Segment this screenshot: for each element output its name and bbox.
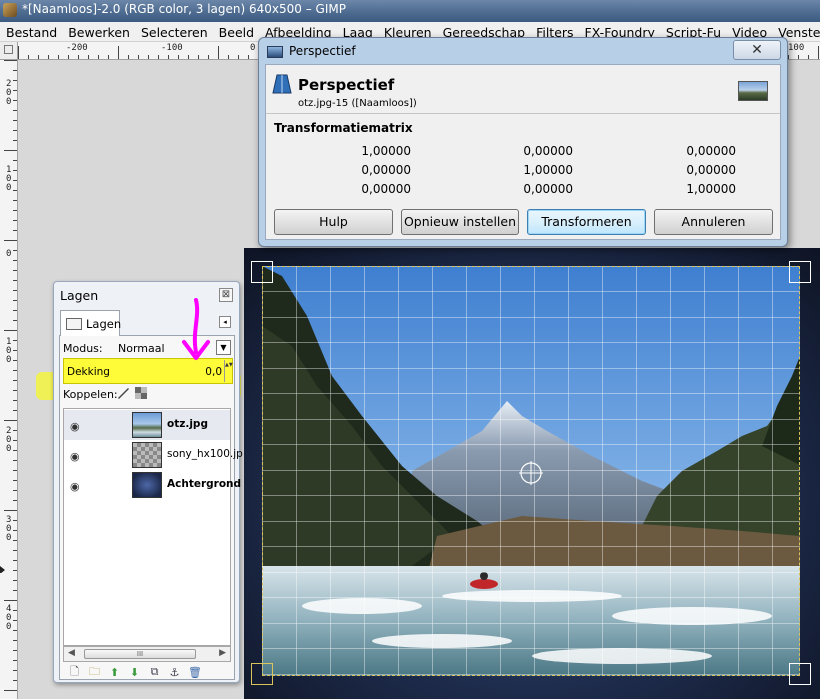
layer-name: sony_hx100.jp: [167, 448, 243, 460]
layer-row-otz[interactable]: ◉ otz.jpg: [64, 410, 230, 440]
dialog-image-icon: [267, 46, 283, 58]
menu-beeld[interactable]: Beeld: [219, 25, 254, 40]
opacity-label: Dekking: [67, 366, 110, 378]
duplicate-layer-icon[interactable]: ⧉: [148, 665, 161, 679]
matrix-cell: 0,00000: [686, 144, 736, 158]
menu-bewerken[interactable]: Bewerken: [68, 25, 130, 40]
lock-alpha-icon[interactable]: [134, 386, 148, 400]
mode-select[interactable]: Normaal: [118, 342, 165, 355]
visibility-eye-icon[interactable]: ◉: [70, 480, 80, 493]
perspective-tool-icon: [272, 74, 292, 94]
matrix-cell: 0,00000: [686, 163, 736, 177]
vertical-ruler[interactable]: 200 100 0 100 200 300 400: [0, 60, 18, 699]
transform-handle-top-left[interactable]: [251, 261, 273, 283]
layers-toolbar: 🗋 🗀 ⬆ ⬇ ⧉ ⚓ 🗑: [68, 664, 228, 680]
ruler-label: 400: [6, 604, 12, 632]
dialog-close-button[interactable]: ✕: [733, 40, 781, 60]
transform-handle-bottom-right[interactable]: [789, 663, 811, 685]
layers-tab-icon: [66, 318, 82, 330]
quick-mask-icon: [4, 45, 13, 54]
layer-list: ◉ otz.jpg ◉ sony_hx100.jp ◉ Achtergrond: [63, 408, 243, 646]
matrix-cell: 1,00000: [523, 163, 573, 177]
tab-layers-label: Lagen: [86, 317, 122, 331]
layer-row-achtergrond[interactable]: ◉ Achtergrond: [64, 470, 241, 500]
opacity-spin-icon[interactable]: ▲▼: [224, 360, 233, 382]
dialog-body: Perspectief otz.jpg-15 ([Naamloos]) Tran…: [265, 64, 781, 240]
layer-group-icon[interactable]: 🗀: [88, 663, 101, 682]
matrix-cell: 0,00000: [361, 182, 411, 196]
lower-layer-icon[interactable]: ⬇: [128, 666, 141, 679]
layer-thumbnail: [132, 472, 162, 498]
visibility-eye-icon[interactable]: ◉: [70, 420, 80, 433]
transform-button[interactable]: Transformeren: [527, 209, 646, 235]
reset-button[interactable]: Opnieuw instellen: [401, 209, 519, 235]
ruler-label: 0: [250, 43, 256, 53]
scroll-right-icon[interactable]: ▶: [219, 648, 226, 658]
gimp-app-icon: [3, 3, 17, 17]
lock-pixels-icon[interactable]: [116, 386, 130, 400]
menu-bestand[interactable]: Bestand: [6, 25, 57, 40]
scrollbar-thumb[interactable]: III: [84, 649, 196, 659]
layers-panel-title: Lagen: [60, 288, 99, 303]
ruler-label: 300: [6, 515, 12, 543]
window-title: *[Naamloos]-2.0 (RGB color, 3 lagen) 640…: [22, 2, 346, 16]
ruler-label: 200: [6, 426, 12, 454]
transform-center-crosshair-icon[interactable]: [519, 461, 543, 485]
matrix-cell: 0,00000: [523, 182, 573, 196]
link-label: Koppelen:: [63, 388, 118, 401]
transform-handle-bottom-left[interactable]: [251, 663, 273, 685]
transform-handle-top-right[interactable]: [789, 261, 811, 283]
ruler-label: -100: [161, 43, 183, 53]
layer-name: otz.jpg: [167, 418, 208, 430]
ruler-label: 100: [6, 337, 12, 365]
dialog-subheading: otz.jpg-15 ([Naamloos]): [298, 98, 417, 109]
matrix-cell: 1,00000: [361, 144, 411, 158]
matrix-cell: 1,00000: [686, 182, 736, 196]
ruler-label: 100: [788, 43, 805, 53]
window-title-bar: *[Naamloos]-2.0 (RGB color, 3 lagen) 640…: [0, 0, 820, 22]
cancel-button[interactable]: Annuleren: [654, 209, 773, 235]
mode-label: Modus:: [63, 342, 103, 355]
layers-panel-close-button[interactable]: ⊠: [219, 288, 233, 302]
tab-layers[interactable]: Lagen: [60, 310, 122, 337]
layer-thumbnail: [132, 412, 162, 438]
ruler-label: 0: [6, 249, 12, 259]
anchor-layer-icon[interactable]: ⚓: [168, 666, 181, 679]
delete-layer-icon[interactable]: 🗑: [188, 666, 202, 679]
annotation-arrow-icon: [182, 298, 210, 360]
ruler-corner[interactable]: [0, 42, 18, 60]
layer-name: Achtergrond: [167, 478, 242, 490]
tab-menu-button[interactable]: ◂: [219, 316, 231, 328]
visibility-eye-icon[interactable]: ◉: [70, 450, 80, 463]
raise-layer-icon[interactable]: ⬆: [108, 666, 121, 679]
perspective-dialog: Perspectief ✕ Perspectief otz.jpg-15 ([N…: [258, 37, 788, 247]
dialog-separator: [266, 113, 780, 114]
scroll-left-icon[interactable]: ◀: [68, 648, 75, 658]
ruler-label: -200: [66, 43, 88, 53]
matrix-cell: 0,00000: [361, 163, 411, 177]
layer-thumbnail: [132, 442, 162, 468]
ruler-pointer-icon: [0, 566, 5, 573]
layer-thumbnail-icon: [738, 81, 768, 101]
help-button[interactable]: Hulp: [274, 209, 393, 235]
dialog-heading: Perspectief: [298, 76, 395, 94]
ruler-label: 100: [6, 165, 12, 193]
matrix-cell: 0,00000: [523, 144, 573, 158]
mode-dropdown-icon[interactable]: ▼: [216, 340, 231, 355]
layer-row-sony[interactable]: ◉ sony_hx100.jp: [64, 440, 243, 470]
opacity-value[interactable]: 0,0: [205, 366, 222, 378]
layer-list-scrollbar[interactable]: ◀ III ▶: [63, 646, 231, 662]
ruler-label: 200: [6, 79, 12, 107]
matrix-title: Transformatiematrix: [274, 121, 413, 135]
dialog-window-title: Perspectief: [289, 44, 356, 58]
layers-pane: Modus: Normaal ▼ Dekking 0,0 ▲▼ Koppelen…: [59, 336, 243, 680]
menu-selecteren[interactable]: Selecteren: [141, 25, 208, 40]
new-layer-icon[interactable]: 🗋: [68, 663, 81, 682]
